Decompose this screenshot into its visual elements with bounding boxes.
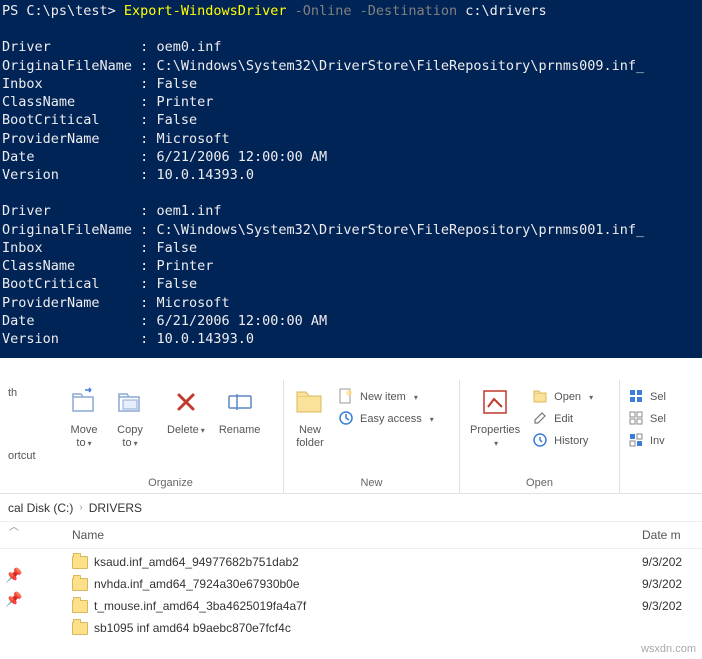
list-item[interactable]: nvhda.inf_amd64_7924a30e67930b0e 9/3/202 — [72, 573, 702, 595]
output-line: Date : 6/21/2006 12:00:00 AM — [2, 149, 327, 165]
group-organize: Move to▾ Copy to▾ Delete▾ Rename — [58, 380, 284, 493]
file-list: ︿ 📌 📌 Name Date m ksaud.inf_amd64_949776… — [0, 522, 702, 639]
copy-to-icon — [114, 386, 146, 418]
output-line: Driver : oem1.inf — [2, 203, 221, 219]
output-line: Driver : oem0.inf — [2, 39, 221, 55]
column-name[interactable]: Name — [72, 528, 642, 542]
move-to-icon — [68, 386, 100, 418]
select-all-icon — [628, 388, 644, 407]
output-line: ClassName : Printer — [2, 94, 213, 110]
output-line: OriginalFileName : C:\Windows\System32\D… — [2, 222, 644, 238]
pin-icon[interactable]: 📌 — [2, 587, 26, 611]
folder-icon — [72, 622, 88, 635]
output-line: Version : 10.0.14393.0 — [2, 167, 254, 183]
breadcrumb-part[interactable]: cal Disk (C:) — [8, 501, 73, 515]
output-line: ClassName : Printer — [2, 258, 213, 274]
folder-icon — [72, 556, 88, 569]
select-all-button[interactable]: Sel — [624, 386, 670, 408]
ribbon-left-cut: th ortcut — [0, 380, 58, 493]
explorer-ribbon: th ortcut Move to▾ Copy to▾ D — [0, 380, 702, 494]
ps-cmdlet: Export-WindowsDriver — [124, 3, 287, 19]
new-folder-icon — [294, 386, 326, 418]
output-line: Inbox : False — [2, 240, 197, 256]
new-item-icon — [338, 388, 354, 407]
edit-button[interactable]: Edit — [528, 408, 597, 430]
list-item[interactable]: sb1095 inf amd64 b9aebc870e7fcf4c — [72, 617, 702, 639]
history-icon — [532, 432, 548, 451]
ps-prompt: PS C:\ps\test> — [2, 3, 124, 19]
output-line: Date : 6/21/2006 12:00:00 AM — [2, 313, 327, 329]
pin-icon[interactable]: 📌 — [2, 563, 26, 587]
list-header[interactable]: Name Date m — [0, 522, 702, 549]
open-button[interactable]: Open▾ — [528, 386, 597, 408]
group-open: Properties▾ Open▾ Edit History Open — [460, 380, 620, 493]
caret-up-icon[interactable]: ︿ — [2, 518, 26, 533]
output-line: Inbox : False — [2, 76, 197, 92]
powershell-console: PS C:\ps\test> Export-WindowsDriver -Onl… — [0, 0, 702, 358]
delete-button[interactable]: Delete▾ — [161, 382, 211, 439]
new-item-button[interactable]: New item▾ — [334, 386, 438, 408]
new-folder-button[interactable]: New folder — [288, 382, 332, 452]
folder-icon — [72, 578, 88, 591]
chevron-right-icon: › — [79, 502, 82, 513]
rename-icon — [224, 386, 256, 418]
ps-flags: -Online -Destination — [286, 3, 465, 19]
edit-icon — [532, 410, 548, 429]
folder-icon — [72, 600, 88, 613]
breadcrumb[interactable]: cal Disk (C:) › DRIVERS — [0, 494, 702, 522]
column-date[interactable]: Date m — [642, 528, 702, 542]
invert-selection-button[interactable]: Inv — [624, 430, 670, 452]
move-to-button[interactable]: Move to▾ — [62, 382, 106, 452]
gap — [0, 358, 702, 380]
invert-icon — [628, 432, 644, 451]
delete-icon — [170, 386, 202, 418]
select-none-icon — [628, 410, 644, 429]
rename-button[interactable]: Rename — [213, 382, 267, 439]
output-line: OriginalFileName : C:\Windows\System32\D… — [2, 58, 644, 74]
open-icon — [532, 388, 548, 407]
output-line: ProviderName : Microsoft — [2, 295, 230, 311]
group-select: Sel Sel Inv — [620, 380, 702, 493]
properties-button[interactable]: Properties▾ — [464, 382, 526, 452]
breadcrumb-part[interactable]: DRIVERS — [89, 501, 142, 515]
select-none-button[interactable]: Sel — [624, 408, 670, 430]
list-body: ksaud.inf_amd64_94977682b751dab2 9/3/202… — [0, 549, 702, 639]
ps-arg: c:\drivers — [465, 3, 546, 19]
output-line: BootCritical : False — [2, 112, 197, 128]
output-line: BootCritical : False — [2, 276, 197, 292]
easy-access-button[interactable]: Easy access▾ — [334, 408, 438, 430]
properties-icon — [479, 386, 511, 418]
list-item[interactable]: t_mouse.inf_amd64_3ba4625019fa4a7f 9/3/2… — [72, 595, 702, 617]
copy-to-button[interactable]: Copy to▾ — [108, 382, 152, 452]
easy-access-icon — [338, 410, 354, 429]
group-new: New folder New item▾ Easy access▾ New — [284, 380, 460, 493]
history-button[interactable]: History — [528, 430, 597, 452]
quick-access-column: ︿ 📌 📌 — [2, 518, 26, 611]
watermark: wsxdn.com — [641, 643, 696, 655]
output-line: ProviderName : Microsoft — [2, 131, 230, 147]
list-item[interactable]: ksaud.inf_amd64_94977682b751dab2 9/3/202 — [72, 551, 702, 573]
output-line: Version : 10.0.14393.0 — [2, 331, 254, 347]
